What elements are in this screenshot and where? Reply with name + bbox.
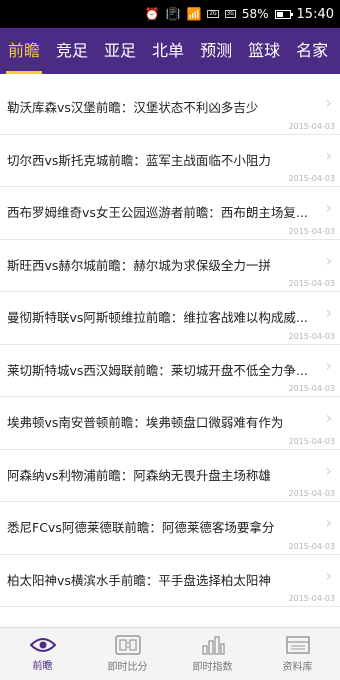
- article-title: 柏太阳神vs横滨水手前瞻：平手盘选择柏太阳神: [7, 572, 271, 588]
- chevron-right-icon: ›: [325, 355, 332, 375]
- article-date: 2015-04-03: [288, 279, 336, 288]
- chevron-right-icon: ›: [325, 460, 332, 480]
- article-row[interactable]: 勒沃库森vs汉堡前瞻：汉堡状态不利凶多吉少 › 2015-04-03: [0, 82, 340, 135]
- article-title: 阿森纳vs利物浦前瞻：阿森纳无畏升盘主场称雄: [7, 467, 271, 483]
- chevron-right-icon: ›: [325, 93, 332, 112]
- tab-yazu[interactable]: 亚足: [96, 28, 144, 74]
- nav-database-label: 资料库: [282, 662, 313, 673]
- article-row[interactable]: 悉尼FCvs阿德莱德联前瞻：阿德莱德客场要拿分 › 2015-04-03: [0, 502, 340, 555]
- category-tabs: 前瞻 竞足 亚足 北单 预测 篮球 名家: [0, 28, 340, 74]
- chevron-right-icon: ›: [325, 145, 332, 165]
- tab-beidan[interactable]: 北单: [144, 28, 192, 74]
- article-row[interactable]: 西布罗姆维奇vs女王公园巡游者前瞻：西布朗主场复... › 2015-04-03: [0, 187, 340, 240]
- article-row[interactable]: 莱切斯特城vs西汉姆联前瞻：莱切城开盘不低全力争... › 2015-04-03: [0, 344, 340, 397]
- nav-live-score[interactable]: 即时比分: [85, 628, 170, 680]
- article-row[interactable]: 柏太阳神vs横滨水手前瞻：平手盘选择柏太阳神 › 2015-04-03: [0, 554, 340, 607]
- chevron-right-icon: ›: [325, 250, 332, 270]
- article-date: 2015-04-03: [288, 489, 336, 498]
- article-title: 曼彻斯特联vs阿斯顿维拉前瞻：维拉客战难以构成威...: [7, 310, 308, 325]
- article-date: 2015-04-03: [288, 384, 336, 393]
- article-date: 2015-04-03: [288, 436, 336, 446]
- article-date: 2015-04-03: [288, 594, 336, 603]
- article-title: 悉尼FCvs阿德莱德联前瞻：阿德莱德客场要拿分: [7, 520, 275, 535]
- tab-preview[interactable]: 前瞻: [0, 28, 48, 74]
- article-title: 埃弗顿vs南安普顿前瞻：埃弗顿盘口微弱难有作为: [7, 415, 284, 430]
- battery-percent: 58%: [241, 7, 269, 21]
- article-date: 2015-04-03: [288, 121, 336, 131]
- nav-preview-label: 前瞻: [32, 661, 53, 672]
- wifi-icon: 📶: [186, 7, 202, 21]
- article-row[interactable]: 埃弗顿vs南安普顿前瞻：埃弗顿盘口微弱难有作为 › 2015-04-03: [0, 397, 340, 450]
- article-row[interactable]: 曼彻斯特联vs阿斯顿维拉前瞻：维拉客战难以构成威... › 2015-04-03: [0, 292, 340, 345]
- clock: 15:40: [296, 6, 334, 22]
- chevron-right-icon: ›: [325, 303, 332, 322]
- vibrate-icon: 📳: [165, 7, 181, 21]
- article-title: 莱切斯特城vs西汉姆联前瞻：莱切城开盘不低全力争...: [7, 362, 308, 378]
- article-date: 2015-04-03: [288, 541, 336, 551]
- nav-database[interactable]: 资料库: [255, 628, 340, 680]
- chevron-right-icon: ›: [325, 513, 332, 532]
- sim-2g-label: 2G: [207, 10, 219, 18]
- nav-live-odds[interactable]: 即时指数: [170, 628, 255, 680]
- database-icon: [285, 636, 310, 654]
- sim-3g-label: 3G: [224, 10, 236, 18]
- alarm-icon: ⏰: [144, 7, 160, 21]
- tab-prediction[interactable]: 预测: [192, 28, 240, 74]
- chevron-right-icon: ›: [325, 198, 332, 217]
- nav-preview[interactable]: 前瞻: [0, 628, 85, 680]
- bottom-nav: 前瞻 即时比分 即时指数 资料库: [0, 627, 340, 680]
- nav-live-score-label: 即时比分: [107, 662, 148, 673]
- status-bar: ⏰ 📳 📶 2G 3G 58% 15:40: [0, 0, 340, 28]
- article-row[interactable]: 阿森纳vs利物浦前瞻：阿森纳无畏升盘主场称雄 › 2015-04-03: [0, 449, 340, 502]
- eye-icon: [29, 638, 56, 652]
- tab-jingzu[interactable]: 竞足: [48, 28, 96, 74]
- article-title: 西布罗姆维奇vs女王公园巡游者前瞻：西布朗主场复...: [7, 205, 308, 220]
- article-title: 切尔西vs斯托克城前瞻：蓝军主战面临不小阻力: [7, 152, 271, 168]
- bar-chart-icon: [201, 636, 225, 655]
- article-date: 2015-04-03: [288, 174, 336, 183]
- chevron-right-icon: ›: [325, 565, 332, 585]
- chevron-right-icon: ›: [325, 408, 332, 427]
- article-row[interactable]: 斯旺西vs赫尔城前瞻：赫尔城为求保级全力一拼 › 2015-04-03: [0, 239, 340, 292]
- battery-icon: [274, 9, 293, 19]
- article-title: 斯旺西vs赫尔城前瞻：赫尔城为求保级全力一拼: [7, 257, 271, 273]
- nav-live-odds-label: 即时指数: [192, 662, 233, 673]
- article-title: 勒沃库森vs汉堡前瞻：汉堡状态不利凶多吉少: [7, 100, 259, 115]
- article-list: 勒沃库森vs汉堡前瞻：汉堡状态不利凶多吉少 › 2015-04-03 切尔西vs斯托克…: [0, 82, 340, 607]
- tab-experts[interactable]: 名家: [288, 28, 336, 74]
- article-row[interactable]: 切尔西vs斯托克城前瞻：蓝军主战面临不小阻力 › 2015-04-03: [0, 134, 340, 187]
- scoreboard-icon: [114, 635, 141, 655]
- article-date: 2015-04-03: [288, 226, 336, 236]
- tab-basketball[interactable]: 篮球: [240, 28, 288, 74]
- article-date: 2015-04-03: [288, 331, 336, 341]
- battery-fill: [276, 11, 284, 17]
